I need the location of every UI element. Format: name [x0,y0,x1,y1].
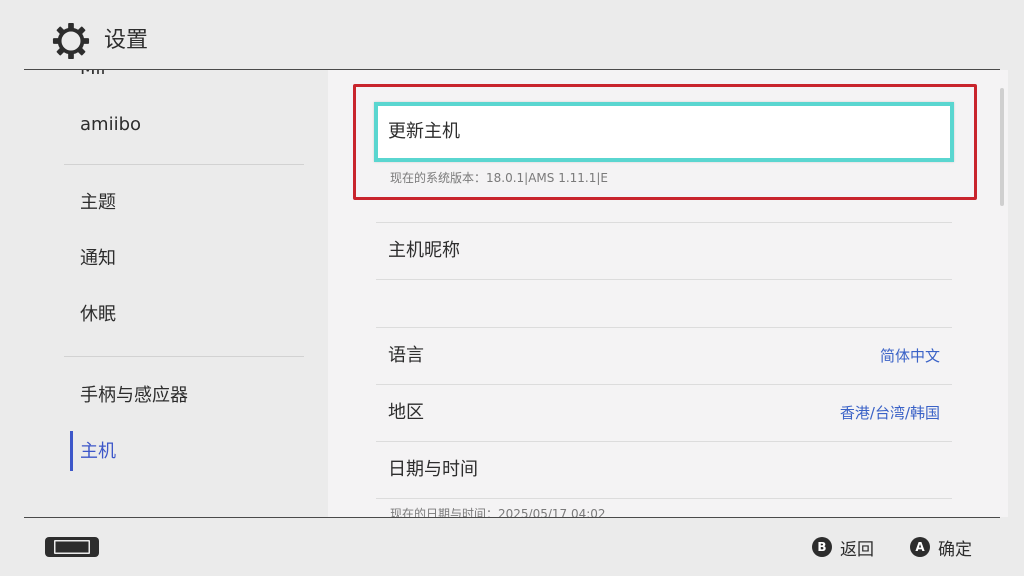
sidebar: Mii amiibo 主题 通知 休眠 手柄与感应器 主机 [24,70,328,517]
console-nickname-item[interactable]: 主机昵称 [376,223,952,279]
region-value: 香港/台湾/韩国 [839,404,940,422]
settings-screen: 设置 Mii amiibo 主题 通知 休眠 手柄与感应器 主机 更新主机 现在… [0,0,1024,576]
region-label: 地区 [388,402,424,423]
scrollbar[interactable] [1000,88,1004,206]
confirm-button[interactable]: A 确定 [910,536,972,560]
language-value: 简体中文 [879,347,940,365]
sidebar-item-notifications[interactable]: 通知 [80,247,116,271]
sidebar-item-sleep[interactable]: 休眠 [80,303,116,327]
back-button[interactable]: B 返回 [812,536,874,560]
system-version-text: 现在的系统版本：18.0.1|AMS 1.11.1|E [390,171,608,185]
b-button-icon: B [812,537,832,557]
sidebar-item-controllers[interactable]: 手柄与感应器 [80,384,188,408]
sidebar-divider [64,164,304,165]
date-time-item[interactable]: 日期与时间 [376,442,952,498]
sidebar-item-system[interactable]: 主机 [80,440,116,464]
sidebar-active-indicator [70,431,73,471]
sidebar-item-theme[interactable]: 主题 [80,191,116,215]
settings-list: 更新主机 现在的系统版本：18.0.1|AMS 1.11.1|E 主机昵称 语言… [328,70,1008,517]
date-time-label: 日期与时间 [388,459,478,480]
back-button-label: 返回 [840,539,874,560]
sidebar-item-mii[interactable]: Mii [80,70,106,79]
gear-icon [52,22,90,60]
confirm-button-label: 确定 [938,539,972,560]
update-console-label: 更新主机 [388,121,460,142]
row-divider [376,279,952,280]
row-divider [376,498,952,499]
a-button-icon: A [910,537,930,557]
footer-divider [24,517,1000,518]
language-item[interactable]: 语言 简体中文 [376,328,952,384]
page-title: 设置 [104,28,149,53]
sidebar-item-amiibo[interactable]: amiibo [80,113,141,137]
language-label: 语言 [388,345,424,366]
console-icon [45,537,99,557]
sidebar-divider [64,356,304,357]
current-date-time-text: 现在的日期与时间：2025/05/17 04:02 [390,507,606,517]
header: 设置 [0,0,1024,70]
update-console-item[interactable]: 更新主机 [374,102,954,162]
region-item[interactable]: 地区 香港/台湾/韩国 [376,385,952,441]
console-nickname-label: 主机昵称 [388,240,460,261]
